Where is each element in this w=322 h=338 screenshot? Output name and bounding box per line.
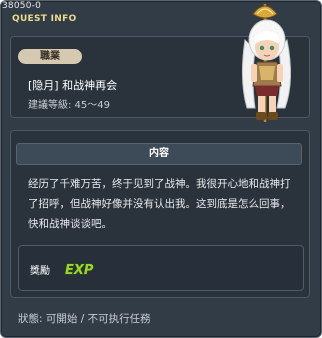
content-section-title: 内容 [16,143,302,165]
npc-portrait [241,4,292,122]
exp-icon: EXP [64,262,94,278]
svg-text:EXP: EXP [65,263,94,278]
reward-box [18,245,304,291]
quest-status: 狀態: 可開始 / 不可执行任務 [18,313,151,325]
job-badge: 職業 [18,49,82,64]
quest-id: 38050-0 [2,1,42,11]
window-title: QUEST INFO [12,14,77,24]
quest-name: [隐月] 和战神再会 [28,79,118,92]
recommended-level: 建議等級: 45～49 [28,100,110,111]
quest-description: 经历了千难万苦，终于见到了战神。我很开心地和战神打了招呼，但战神好像并没有认出我… [28,178,291,230]
reward-label: 獎勵 [30,266,50,277]
